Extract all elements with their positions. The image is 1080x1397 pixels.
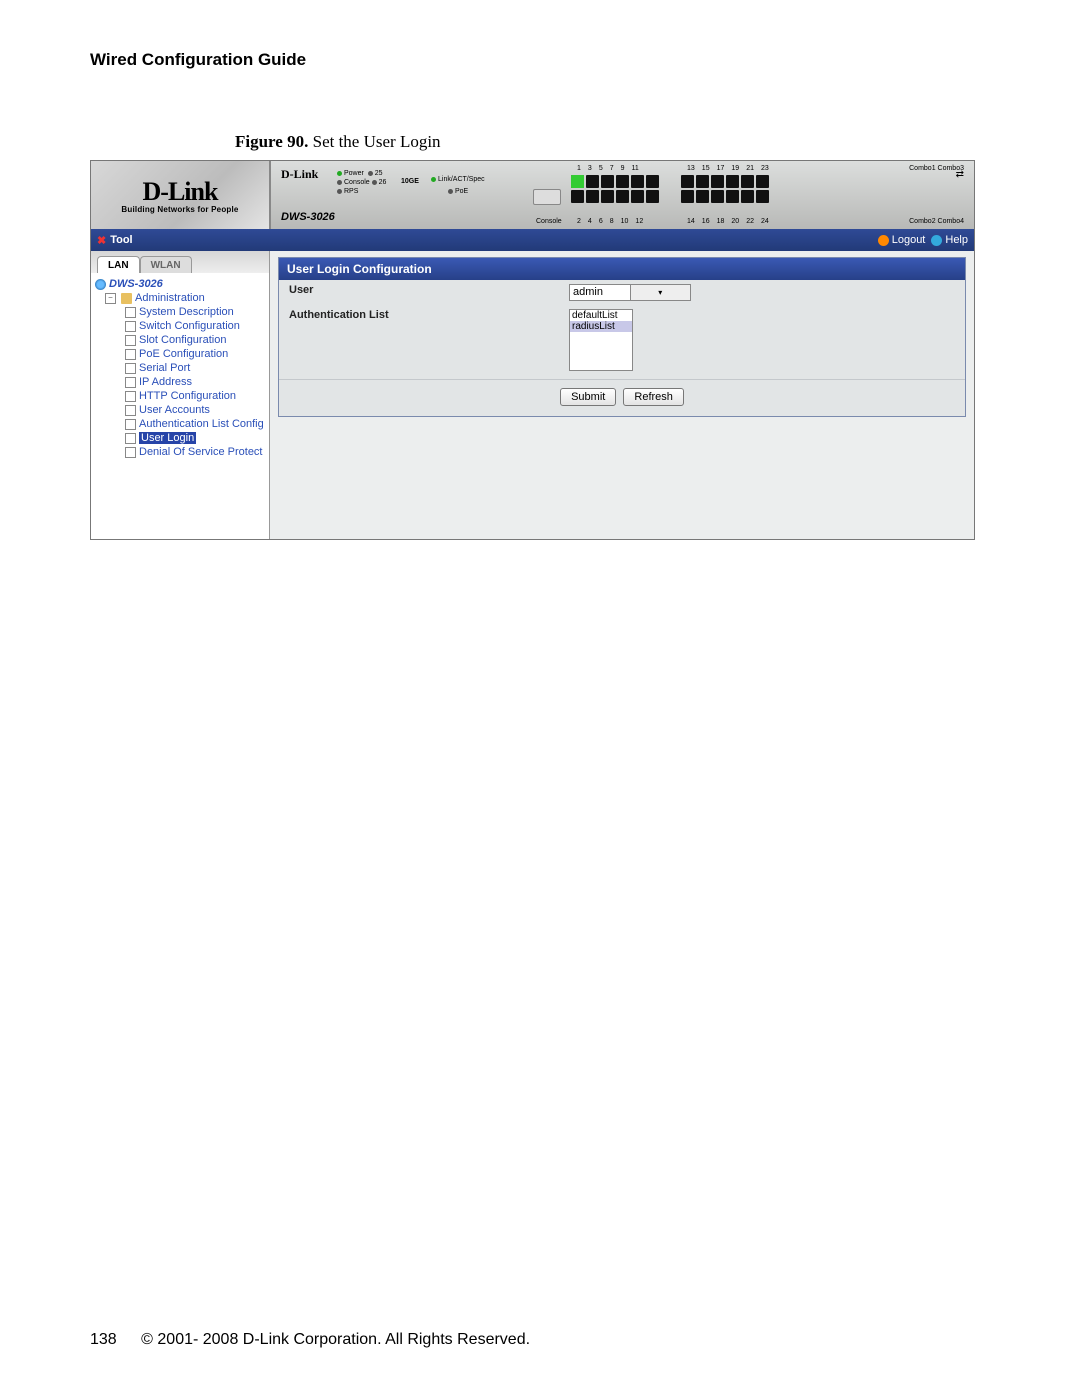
- user-label: User: [289, 284, 569, 296]
- folder-icon: [121, 293, 132, 304]
- page-icon: [125, 405, 136, 416]
- authlist-option-selected[interactable]: radiusList: [570, 321, 632, 332]
- page-icon: [125, 377, 136, 388]
- document-page: Wired Configuration Guide Figure 90. Set…: [0, 0, 1080, 1397]
- tree-item[interactable]: User Accounts: [95, 403, 267, 417]
- device-status-leds: Power 25 Console 26 RPS: [337, 169, 386, 196]
- nav-tree: DWS-3026 −Administration System Descript…: [91, 273, 269, 463]
- port-numbers-bottom-1: 24681012: [577, 218, 643, 225]
- tree-root[interactable]: DWS-3026: [95, 277, 267, 291]
- page-icon: [125, 391, 136, 402]
- submit-button[interactable]: Submit: [560, 388, 616, 406]
- figure-number: Figure 90.: [235, 132, 308, 151]
- authlist-row: Authentication List defaultList radiusLi…: [279, 305, 965, 375]
- page-icon: [125, 447, 136, 458]
- tree-item[interactable]: IP Address: [95, 375, 267, 389]
- figure-caption: Figure 90. Set the User Login: [235, 132, 990, 152]
- port-block-1: [571, 175, 659, 203]
- copyright: © 2001- 2008 D-Link Corporation. All Rig…: [141, 1331, 530, 1348]
- page-footer: 138 © 2001- 2008 D-Link Corporation. All…: [90, 1331, 530, 1349]
- page-icon: [125, 419, 136, 430]
- page-number: 138: [90, 1331, 117, 1348]
- top-banner: D-Link Building Networks for People D-Li…: [91, 161, 974, 229]
- page-icon: [125, 307, 136, 318]
- tree-item[interactable]: PoE Configuration: [95, 347, 267, 361]
- page-icon: [125, 335, 136, 346]
- authlist-label: Authentication List: [289, 309, 569, 321]
- sidebar: LAN WLAN DWS-3026 −Administration System…: [91, 251, 270, 539]
- toolbar: ✖ Tool Logout Help: [91, 229, 974, 251]
- tool-menu[interactable]: Tool: [110, 234, 132, 246]
- link-led-label: Link/ACT/Spec: [431, 176, 485, 183]
- collapse-icon[interactable]: −: [105, 293, 116, 304]
- sidebar-tabs: LAN WLAN: [91, 251, 269, 273]
- admin-ui-screenshot: D-Link Building Networks for People D-Li…: [90, 160, 975, 540]
- doc-title: Wired Configuration Guide: [90, 50, 990, 70]
- tree-item[interactable]: Serial Port: [95, 361, 267, 375]
- device-image-panel: D-Link DWS-3026 Power 25 Console 26 RPS …: [271, 161, 974, 229]
- tree-item[interactable]: Denial Of Service Protect: [95, 445, 267, 459]
- tab-lan[interactable]: LAN: [97, 256, 140, 273]
- page-icon: [125, 321, 136, 332]
- figure-title: Set the User Login: [313, 132, 441, 151]
- content-area: User Login Configuration User admin ▾ Au: [270, 251, 974, 539]
- tree-item[interactable]: Slot Configuration: [95, 333, 267, 347]
- refresh-button[interactable]: Refresh: [623, 388, 684, 406]
- combo-label-bottom: Combo2 Combo4: [909, 218, 964, 225]
- tree-item[interactable]: System Description: [95, 305, 267, 319]
- console-label: Console: [536, 218, 562, 225]
- logout-button[interactable]: Logout: [878, 234, 926, 246]
- user-select[interactable]: admin ▾: [569, 284, 691, 301]
- chevron-down-icon[interactable]: ▾: [630, 285, 691, 300]
- main-area: LAN WLAN DWS-3026 −Administration System…: [91, 251, 974, 539]
- port-numbers-top-1: 1357911: [577, 165, 639, 172]
- brand-tagline: Building Networks for People: [121, 205, 238, 214]
- device-brand: D-Link: [281, 167, 318, 182]
- logo-panel: D-Link Building Networks for People: [91, 161, 271, 229]
- brand-logo: D-Link: [143, 177, 218, 207]
- tree-administration[interactable]: −Administration: [95, 291, 267, 305]
- port-numbers-bottom-2: 141618202224: [687, 218, 769, 225]
- tree-item[interactable]: Switch Configuration: [95, 319, 267, 333]
- page-icon: [125, 363, 136, 374]
- help-button[interactable]: Help: [931, 234, 968, 246]
- page-icon: [125, 349, 136, 360]
- button-row: Submit Refresh: [279, 379, 965, 416]
- user-select-value: admin: [570, 285, 630, 300]
- tree-item-user-login[interactable]: User Login: [95, 431, 267, 445]
- poe-led-label: PoE: [448, 188, 468, 195]
- user-row: User admin ▾: [279, 280, 965, 305]
- port-block-2: [681, 175, 769, 203]
- user-login-panel: User Login Configuration User admin ▾ Au: [278, 257, 966, 417]
- tool-close-icon[interactable]: ✖: [97, 234, 106, 247]
- tenGE-label: 10GE: [401, 178, 419, 185]
- combo-ports: [962, 183, 964, 185]
- tree-item[interactable]: HTTP Configuration: [95, 389, 267, 403]
- tab-wlan[interactable]: WLAN: [140, 256, 192, 273]
- console-port: [533, 189, 561, 205]
- page-icon: [125, 433, 136, 444]
- swap-icon: ⇄: [956, 169, 964, 180]
- port-numbers-top-2: 131517192123: [687, 165, 769, 172]
- device-model: DWS-3026: [281, 211, 335, 223]
- panel-title: User Login Configuration: [279, 258, 965, 280]
- authlist-listbox[interactable]: defaultList radiusList: [569, 309, 633, 371]
- tree-item[interactable]: Authentication List Config: [95, 417, 267, 431]
- authlist-option[interactable]: defaultList: [570, 310, 632, 321]
- globe-icon: [95, 279, 106, 290]
